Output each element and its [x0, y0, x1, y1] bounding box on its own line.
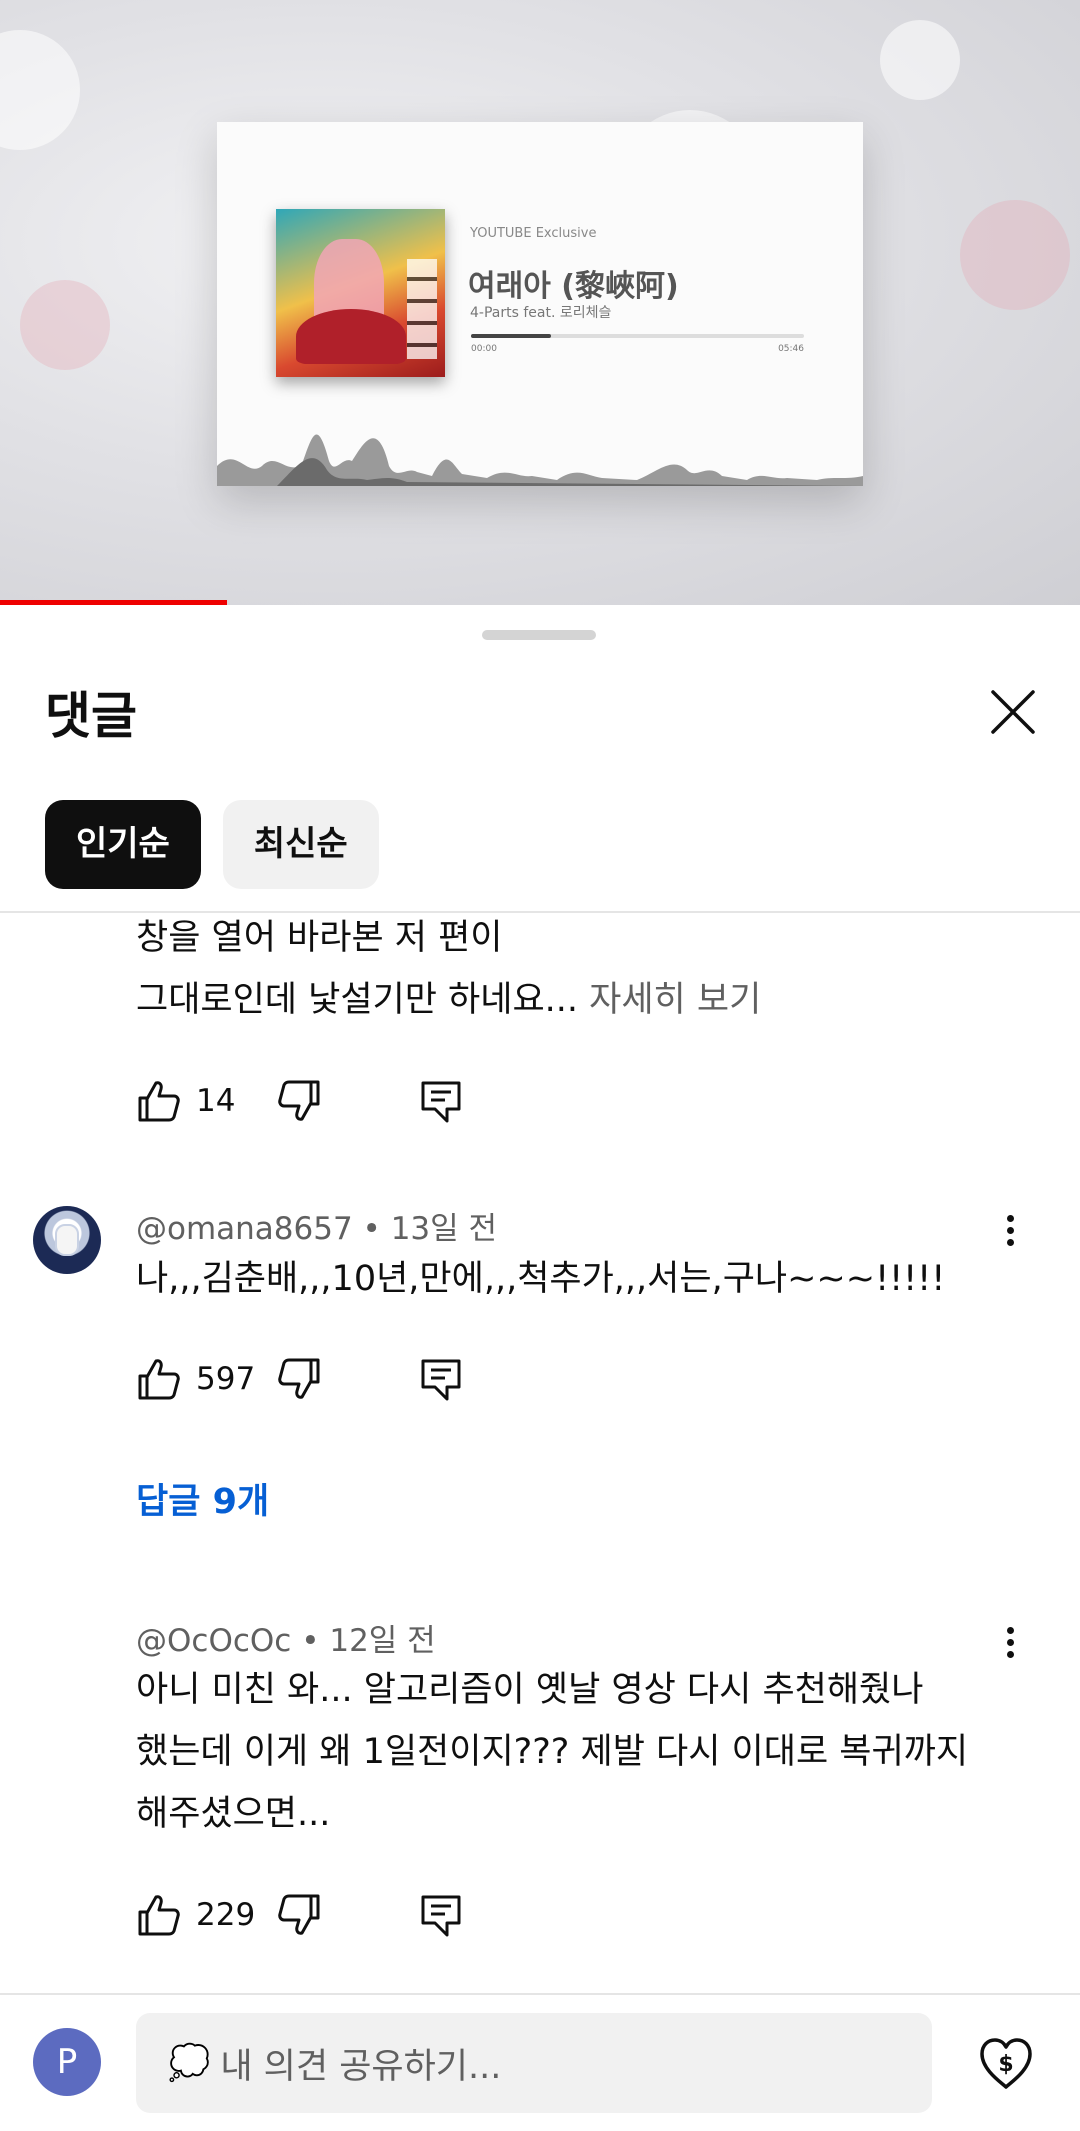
- comments-list[interactable]: 창을 열어 바라본 저 편이 그대로인데 낯설기만 하네요... 자세히 보기 …: [0, 913, 1080, 1993]
- comment-actions: 14: [136, 1073, 464, 1129]
- like-count: 597: [196, 1361, 256, 1397]
- comment-author[interactable]: @OcOcOc: [136, 1623, 291, 1659]
- card-subtitle: YOUTUBE Exclusive: [470, 226, 597, 241]
- dislike-icon[interactable]: [276, 1356, 322, 1402]
- like-count: 14: [196, 1083, 236, 1119]
- comment-line: 그대로인데 낯설기만 하네요...: [136, 980, 590, 1020]
- like-icon[interactable]: [136, 1892, 182, 1938]
- card-progress-track: [471, 334, 804, 338]
- comment-text: 아니 미친 와... 알고리즘이 옛날 영상 다시 추천해줬나 했는데 이게 왜…: [136, 1659, 1016, 1845]
- comment-author[interactable]: @omana8657: [136, 1211, 353, 1247]
- video-progress-bar[interactable]: [0, 600, 227, 605]
- video-player[interactable]: YOUTUBE Exclusive 여래아 (黎峽阿) 4-Parts feat…: [0, 0, 1080, 605]
- album-art: [276, 209, 445, 377]
- comment-text: 창을 열어 바라본 저 편이 그대로인데 낯설기만 하네요... 자세히 보기: [136, 913, 1016, 1031]
- card-progress-fill: [471, 334, 551, 338]
- song-artist: 4-Parts feat. 로리체슬: [470, 305, 612, 321]
- read-more-link[interactable]: 자세히 보기: [589, 980, 761, 1020]
- comment-input[interactable]: 💭 내 의견 공유하기...: [136, 2013, 932, 2113]
- reply-icon[interactable]: [418, 1892, 464, 1938]
- drag-handle[interactable]: [482, 630, 596, 640]
- like-icon[interactable]: [136, 1078, 182, 1124]
- sort-chips: 인기순 최신순: [45, 800, 379, 889]
- bokeh-light: [0, 30, 80, 150]
- song-title: 여래아 (黎峽阿): [468, 269, 679, 304]
- comment-header: @OcOcOc • 12일 전: [136, 1623, 436, 1659]
- now-playing-card: YOUTUBE Exclusive 여래아 (黎峽阿) 4-Parts feat…: [217, 122, 863, 486]
- comment-line: 아니 미친 와... 알고리즘이 옛날 영상 다시 추천해줬나: [136, 1670, 924, 1710]
- close-icon[interactable]: [985, 684, 1041, 740]
- dislike-icon[interactable]: [276, 1078, 322, 1124]
- comment-line: 해주셨으면...: [136, 1794, 331, 1834]
- comment-actions: 597: [136, 1351, 464, 1407]
- view-replies-link[interactable]: 답글 9개: [136, 1473, 269, 1524]
- bokeh-light: [880, 20, 960, 100]
- bokeh-light: [20, 280, 110, 370]
- divider: [0, 1993, 1080, 1995]
- chip-top[interactable]: 인기순: [45, 800, 201, 889]
- comment-line: 했는데 이게 왜 1일전이지??? 제발 다시 이대로 복귀까지: [136, 1732, 969, 1772]
- bokeh-light: [960, 200, 1070, 310]
- comment-time: 12일 전: [329, 1623, 436, 1659]
- time-total: 05:46: [778, 344, 804, 354]
- like-icon[interactable]: [136, 1356, 182, 1402]
- comment-line: 창을 열어 바라본 저 편이: [136, 918, 503, 958]
- time-current: 00:00: [471, 344, 497, 354]
- comments-sheet: 댓글 인기순 최신순 창을 열어 바라본 저 편이 그대로인데 낯설기만 하네요…: [0, 606, 1080, 2131]
- user-avatar[interactable]: P: [33, 2028, 101, 2096]
- chip-newest[interactable]: 최신순: [222, 800, 379, 889]
- comment-input-placeholder: 내 의견 공유하기...: [220, 2046, 502, 2087]
- comment-actions: 229: [136, 1887, 464, 1943]
- waveform-graphic: [217, 434, 863, 486]
- comment-text: 나,,,김춘배,,,10년,만에,,,척추가,,,서는,구나~~~!!!!!: [136, 1259, 946, 1299]
- comments-title: 댓글: [45, 687, 137, 745]
- dislike-icon[interactable]: [276, 1892, 322, 1938]
- comment-time: 13일 전: [390, 1211, 498, 1247]
- avatar[interactable]: [33, 1206, 101, 1274]
- thought-bubble-icon: 💭: [168, 2043, 211, 2083]
- comment-header: @omana8657 • 13일 전: [136, 1211, 498, 1247]
- reply-icon[interactable]: [418, 1078, 464, 1124]
- svg-text:$: $: [998, 2052, 1013, 2077]
- heart-dollar-icon[interactable]: $: [976, 2033, 1036, 2093]
- reply-icon[interactable]: [418, 1356, 464, 1402]
- like-count: 229: [196, 1897, 256, 1933]
